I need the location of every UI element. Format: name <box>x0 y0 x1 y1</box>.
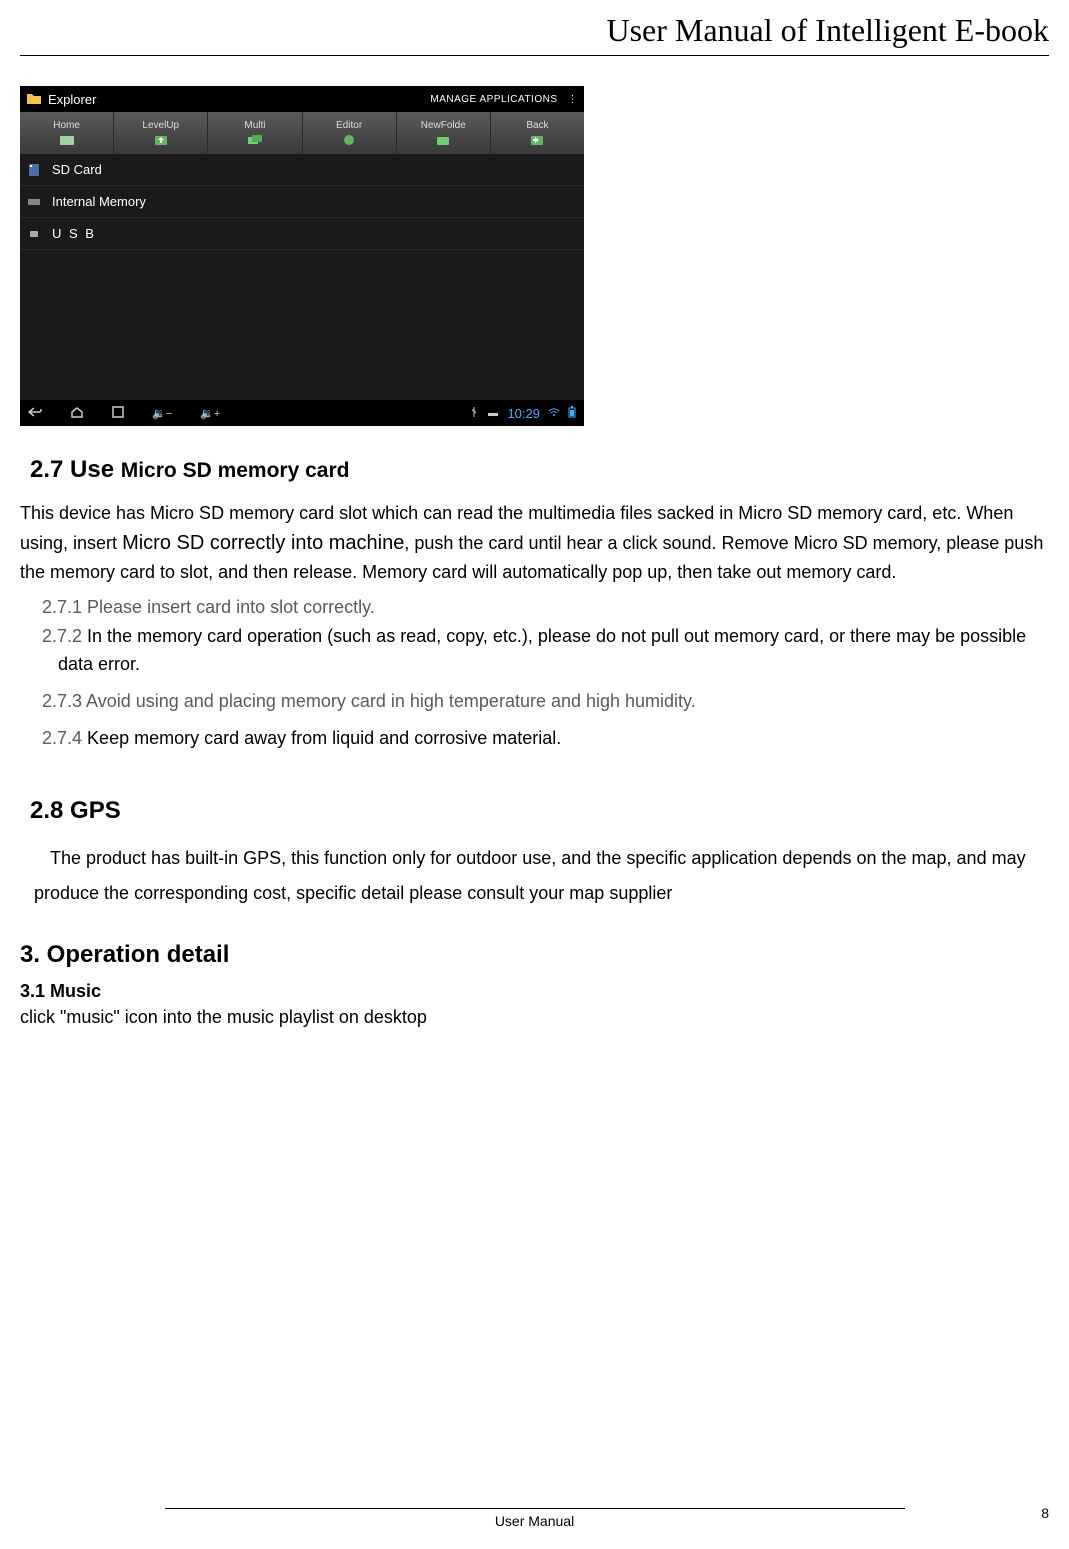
row-sdcard: SD Card <box>20 154 584 186</box>
body-2-7: This device has Micro SD memory card slo… <box>20 500 1049 587</box>
page-title: User Manual of Intelligent E-book <box>20 0 1049 56</box>
heading-text: Micro SD memory card <box>121 459 350 482</box>
battery-icon <box>568 406 576 421</box>
tool-label: Editor <box>336 120 362 131</box>
vol-down-icon: 🔉− <box>152 407 172 420</box>
tool-newfolder: NewFolde <box>397 112 491 154</box>
download-status-icon <box>487 407 499 420</box>
footer-center: User Manual <box>495 1513 574 1529</box>
sdcard-icon <box>26 162 42 178</box>
tool-label: LevelUp <box>142 120 179 131</box>
tool-label: Multi <box>244 120 265 131</box>
tool-back: Back <box>491 112 584 154</box>
heading-2-8: 2.8 GPS <box>30 797 1049 825</box>
heading-2-7: 2.7 Use Micro SD memory card <box>30 456 1049 484</box>
item-num: 2.7.4 <box>42 728 87 748</box>
row-label: U S B <box>52 226 96 241</box>
newfolder-icon <box>434 133 452 147</box>
item-2-7-2: 2.7.2 In the memory card operation (such… <box>42 622 1049 680</box>
levelup-icon <box>152 133 170 147</box>
tool-home: Home <box>20 112 114 154</box>
wifi-icon <box>548 407 560 420</box>
home-icon <box>58 133 76 147</box>
item-2-7-3: 2.7.3 Avoid using and placing memory car… <box>42 687 1049 716</box>
ss-toolbar: Home LevelUp Multi Editor NewFolde Back <box>20 112 584 154</box>
multi-icon <box>246 133 264 147</box>
ss-navbar: 🔉− 🔉+ 10:29 <box>20 400 584 426</box>
back-icon <box>528 133 546 147</box>
body-emph: Micro SD correctly into machine <box>122 532 404 554</box>
folder-icon <box>26 91 42 108</box>
ss-titlebar: Explorer MANAGE APPLICATIONS ⋮ <box>20 86 584 112</box>
item-2-7-4: 2.7.4 Keep memory card away from liquid … <box>42 724 1049 753</box>
tool-label: Home <box>53 120 80 131</box>
ss-title: Explorer <box>48 92 96 107</box>
tool-levelup: LevelUp <box>114 112 208 154</box>
footer-rule <box>165 1508 905 1509</box>
manage-apps-label: MANAGE APPLICATIONS <box>430 94 557 105</box>
heading-number: 2.7 Use <box>30 456 114 483</box>
row-label: SD Card <box>52 162 102 177</box>
body-2-8: The product has built-in GPS, this funct… <box>34 841 1035 911</box>
vol-up-icon: 🔉+ <box>200 407 220 420</box>
ss-list: SD Card Internal Memory U S B <box>20 154 584 400</box>
item-text: In the memory card operation (such as re… <box>58 626 1026 675</box>
tool-label: Back <box>526 120 548 131</box>
tool-multi: Multi <box>208 112 302 154</box>
tool-label: NewFolde <box>421 120 466 131</box>
editor-icon <box>340 133 358 147</box>
body-3-1: click "music" icon into the music playli… <box>20 1004 1049 1032</box>
menu-dots-icon: ⋮ <box>568 94 579 105</box>
clock: 10:29 <box>507 406 540 421</box>
item-num: 2.7.2 <box>42 626 87 646</box>
page-footer: User Manual 8 <box>20 1508 1049 1529</box>
usb-status-icon <box>469 406 479 421</box>
heading-3: 3. Operation detail <box>20 941 1049 969</box>
usb-icon <box>26 226 42 242</box>
row-usb: U S B <box>20 218 584 250</box>
row-internal: Internal Memory <box>20 186 584 218</box>
nav-recent-icon <box>112 406 124 421</box>
heading-3-1: 3.1 Music <box>20 981 1049 1002</box>
item-text: Keep memory card away from liquid and co… <box>87 728 561 748</box>
memory-icon <box>26 194 42 210</box>
tool-editor: Editor <box>303 112 397 154</box>
item-2-7-1: 2.7.1 Please insert card into slot corre… <box>42 593 1049 622</box>
row-label: Internal Memory <box>52 194 146 209</box>
nav-back-icon <box>28 406 42 421</box>
footer-page: 8 <box>1041 1505 1049 1521</box>
explorer-screenshot: Explorer MANAGE APPLICATIONS ⋮ Home Leve… <box>20 86 584 426</box>
nav-home-icon <box>70 406 84 421</box>
